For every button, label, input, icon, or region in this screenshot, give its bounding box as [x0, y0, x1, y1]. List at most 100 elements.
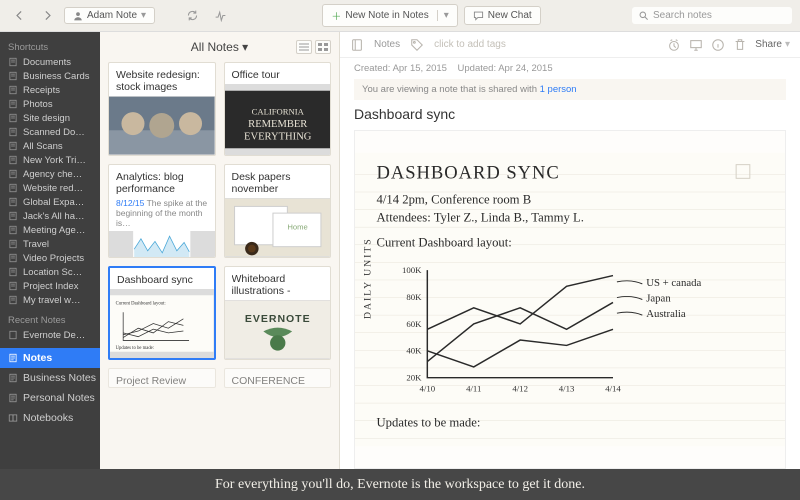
svg-text:Home: Home — [287, 222, 307, 231]
svg-text:80K: 80K — [406, 292, 422, 302]
view-grid-icon[interactable] — [315, 40, 331, 54]
account-name: Adam Note — [87, 10, 137, 21]
sidebar-nav-notes[interactable]: Notes — [0, 348, 100, 368]
svg-text:Attendees: Tyler Z., Linda B.,: Attendees: Tyler Z., Linda B., Tammy L. — [377, 210, 584, 224]
svg-text:US + canada: US + canada — [646, 277, 701, 289]
sidebar-shortcut[interactable]: Meeting Age… — [0, 223, 100, 237]
sidebar-shortcut[interactable]: Website red… — [0, 181, 100, 195]
card-thumbnail: Current Dashboard layout: Updates to be m… — [110, 289, 214, 358]
search-placeholder: Search notes — [653, 10, 712, 21]
note-card[interactable]: CONFERENCE — [224, 368, 332, 388]
svg-text:REMEMBER: REMEMBER — [248, 119, 308, 130]
sidebar-shortcut[interactable]: Project Index — [0, 279, 100, 293]
sidebar-shortcut[interactable]: Site design — [0, 111, 100, 125]
app-toolbar: Adam Note ▾ ＋New Note in Notes▾ New Chat… — [0, 0, 800, 32]
sidebar-shortcut[interactable]: Scanned Do… — [0, 125, 100, 139]
sidebar-shortcut[interactable]: Global Expa… — [0, 195, 100, 209]
svg-text:20K: 20K — [406, 373, 422, 383]
svg-text:40K: 40K — [406, 346, 422, 356]
note-body[interactable]: DASHBOARD SYNC 4/14 2pm, Conference room … — [354, 130, 786, 469]
card-title: Desk papers november — [232, 171, 324, 195]
note-card[interactable]: Office tour CALIFORNIA REMEMBER EVERYTHING — [224, 62, 332, 156]
notebook-icon — [350, 38, 364, 52]
svg-text:Current Dashboard layout:: Current Dashboard layout: — [377, 236, 512, 250]
breadcrumb[interactable]: Notes — [374, 39, 400, 50]
note-card[interactable]: Desk papers november Home — [224, 164, 332, 258]
sidebar-shortcut[interactable]: Photos — [0, 97, 100, 111]
sidebar-nav-business-notes[interactable]: Business Notes — [0, 368, 100, 388]
sidebar-shortcut[interactable]: Documents — [0, 55, 100, 69]
card-title: Office tour — [232, 69, 324, 81]
note-meta: Created: Apr 15, 2015 Updated: Apr 24, 2… — [340, 58, 800, 79]
svg-text:100K: 100K — [402, 265, 422, 275]
card-title: Project Review — [116, 375, 208, 387]
recent-header: Recent Notes — [0, 311, 100, 328]
svg-text:EVERYTHING: EVERYTHING — [244, 132, 312, 143]
card-thumbnail: Home — [225, 198, 331, 257]
svg-text:DASHBOARD SYNC: DASHBOARD SYNC — [377, 162, 560, 183]
note-card[interactable]: Analytics: blog performance Nove…8/12/15… — [108, 164, 216, 258]
tags-placeholder[interactable]: click to add tags — [434, 39, 506, 50]
svg-text:Australia: Australia — [646, 308, 686, 320]
card-thumbnail: EVERNOTE — [225, 300, 331, 359]
new-note-label: New Note in Notes — [345, 10, 428, 21]
svg-text:EVERNOTE: EVERNOTE — [244, 313, 310, 325]
card-thumbnail — [109, 96, 215, 155]
search-input[interactable]: Search notes — [632, 7, 792, 24]
present-icon[interactable] — [689, 38, 703, 52]
svg-text:DAILY UNITS: DAILY UNITS — [363, 237, 374, 319]
sidebar-shortcut[interactable]: Jack's All ha… — [0, 209, 100, 223]
svg-text:4/12: 4/12 — [512, 383, 528, 393]
note-card[interactable]: Whiteboard illustrations - Carlos…EVERNO… — [224, 266, 332, 360]
sidebar-shortcut[interactable]: Agency che… — [0, 167, 100, 181]
sidebar-shortcut[interactable]: Receipts — [0, 83, 100, 97]
svg-text:CALIFORNIA: CALIFORNIA — [251, 107, 304, 117]
back-button[interactable] — [8, 6, 30, 26]
note-card[interactable]: Website redesign: stock images — [108, 62, 216, 156]
sidebar-shortcut[interactable]: All Scans — [0, 139, 100, 153]
shared-banner: You are viewing a note that is shared wi… — [354, 79, 786, 100]
view-list-icon[interactable] — [296, 40, 312, 54]
shortcuts-header: Shortcuts — [0, 38, 100, 55]
note-card[interactable]: Project Review — [108, 368, 216, 388]
card-thumbnail — [109, 231, 215, 257]
notelist: All Notes ▾ Website redesign: stock imag… — [100, 32, 340, 469]
card-title: Dashboard sync — [117, 274, 207, 286]
sidebar-shortcut[interactable]: Business Cards — [0, 69, 100, 83]
svg-text:Japan: Japan — [646, 292, 671, 304]
sidebar-shortcut[interactable]: Video Projects — [0, 251, 100, 265]
sidebar-nav-notebooks[interactable]: Notebooks — [0, 408, 100, 428]
forward-button[interactable] — [36, 6, 58, 26]
sidebar-recent[interactable]: Evernote De… — [0, 328, 100, 342]
svg-text:4/14 2pm, Conference room B: 4/14 2pm, Conference room B — [377, 193, 532, 207]
tag-icon — [410, 38, 424, 52]
trash-icon[interactable] — [733, 38, 747, 52]
sync-icon[interactable] — [181, 6, 203, 26]
account-menu[interactable]: Adam Note ▾ — [64, 7, 155, 24]
card-title: CONFERENCE — [232, 375, 324, 387]
note-card[interactable]: Dashboard sync Current Dashboard layout: U… — [108, 266, 216, 360]
card-title: Analytics: blog performance Nove… — [116, 171, 208, 195]
svg-text:60K: 60K — [406, 319, 422, 329]
sidebar-shortcut[interactable]: New York Tri… — [0, 153, 100, 167]
new-note-button[interactable]: ＋New Note in Notes▾ — [322, 4, 457, 27]
shared-link[interactable]: 1 person — [540, 84, 577, 95]
promo-caption: For everything you'll do, Evernote is th… — [0, 469, 800, 500]
reminder-icon[interactable] — [667, 38, 681, 52]
note-title[interactable]: Dashboard sync — [340, 106, 800, 126]
info-icon[interactable] — [711, 38, 725, 52]
sidebar-shortcut[interactable]: My travel w… — [0, 293, 100, 307]
sidebar-shortcut[interactable]: Travel — [0, 237, 100, 251]
svg-text:Updates to be made:: Updates to be made: — [116, 346, 154, 351]
sidebar-nav-personal-notes[interactable]: Personal Notes — [0, 388, 100, 408]
notelist-title[interactable]: All Notes ▾ — [191, 40, 248, 54]
svg-text:Updates to be made:: Updates to be made: — [377, 416, 481, 430]
share-button[interactable]: Share ▾ — [755, 39, 790, 50]
svg-text:4/11: 4/11 — [466, 383, 481, 393]
new-chat-button[interactable]: New Chat — [464, 6, 541, 25]
sidebar-shortcut[interactable]: Location Sc… — [0, 265, 100, 279]
svg-text:4/13: 4/13 — [559, 383, 575, 393]
svg-text:4/10: 4/10 — [420, 383, 436, 393]
activity-icon[interactable] — [209, 6, 231, 26]
svg-text:Current Dashboard layout:: Current Dashboard layout: — [116, 302, 166, 307]
